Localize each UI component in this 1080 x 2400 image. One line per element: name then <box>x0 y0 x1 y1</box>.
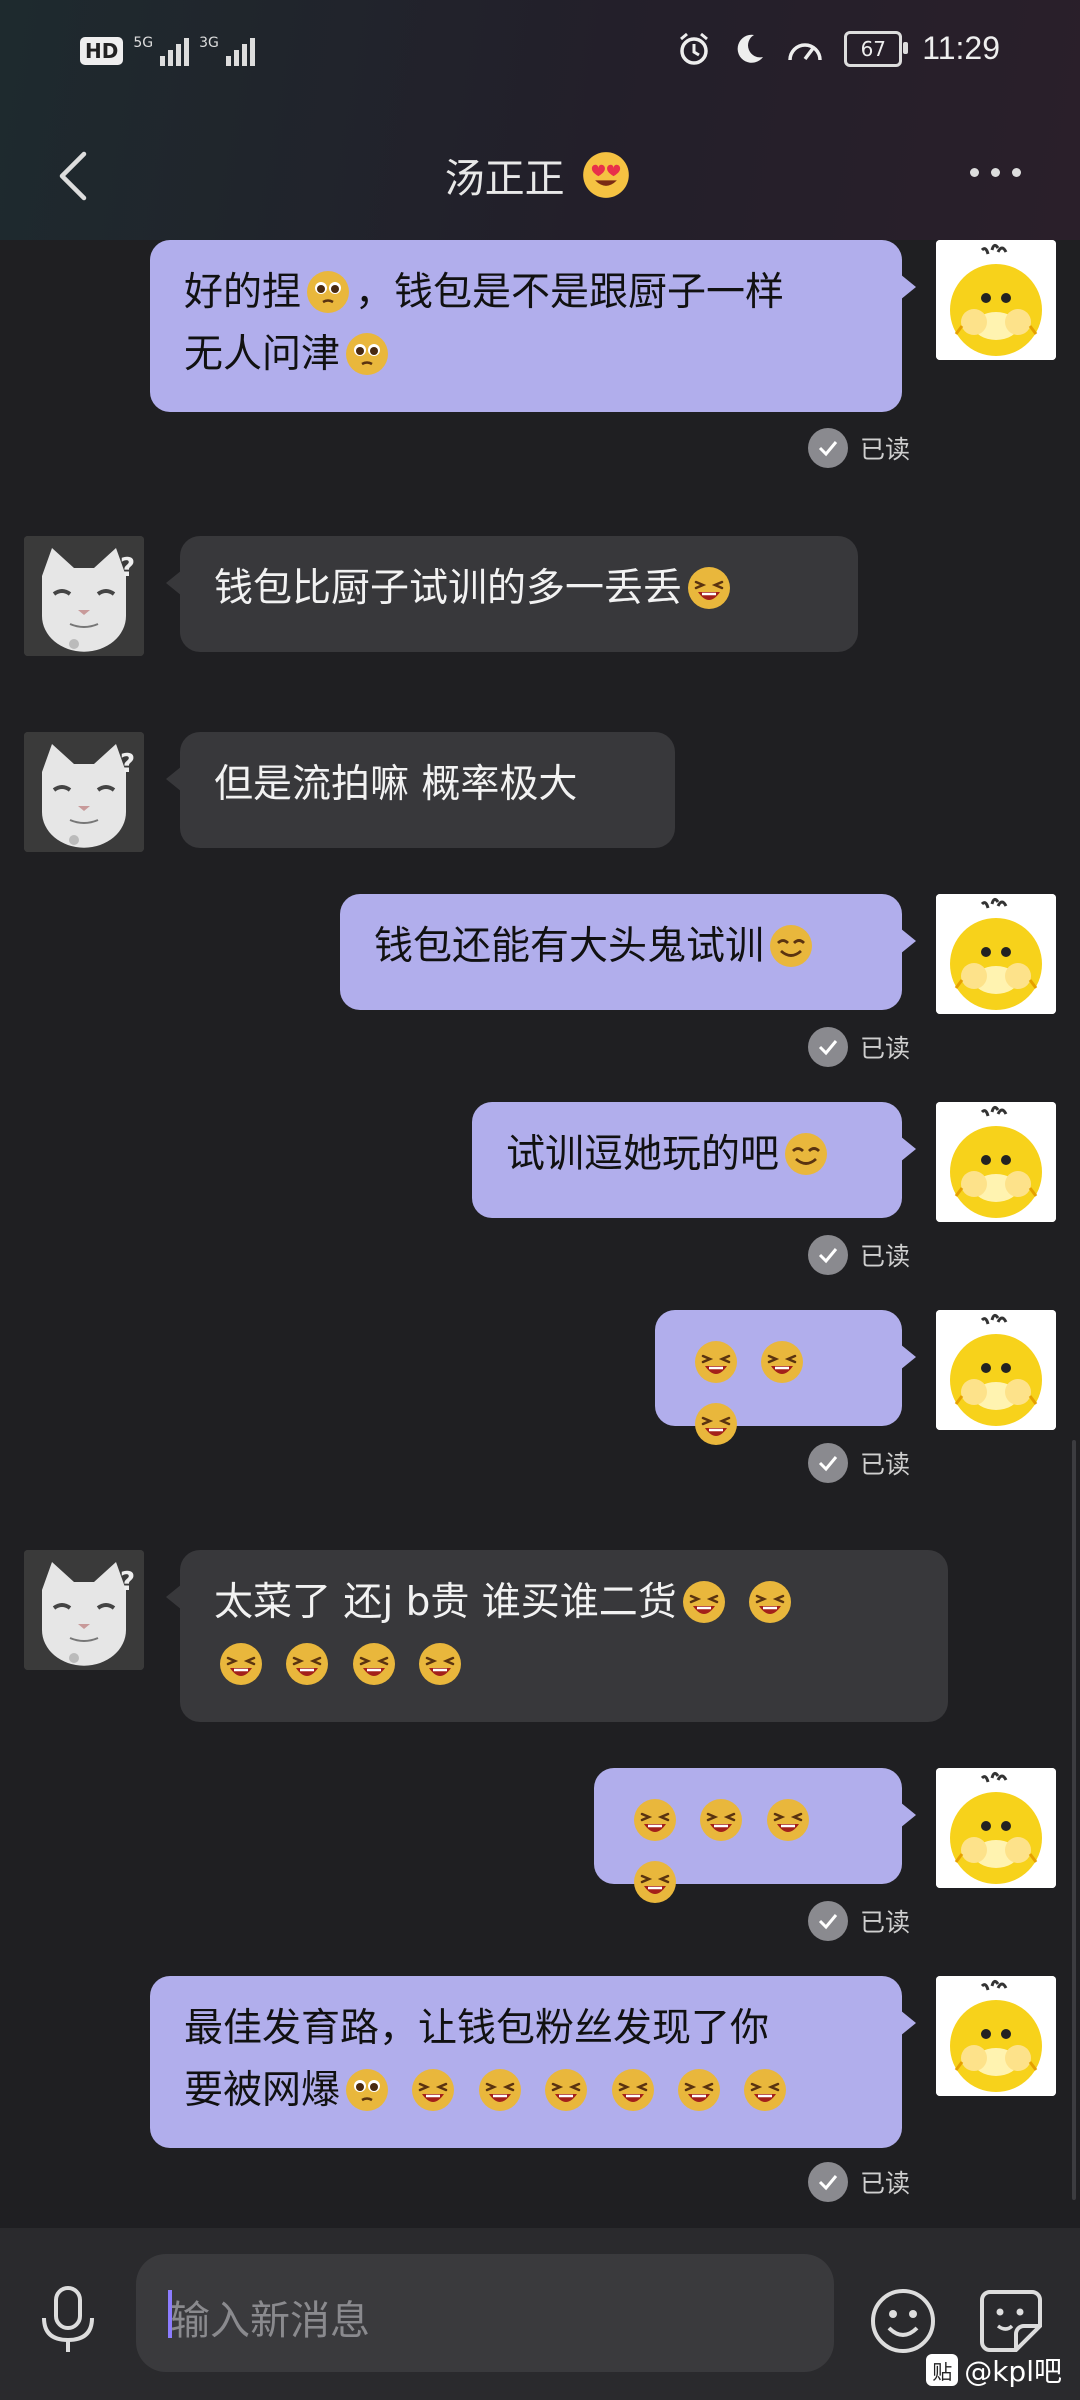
read-check-icon <box>807 1235 848 1275</box>
read-label: 已读 <box>859 2169 910 2198</box>
message-line: 但是流拍嘛 概率极大 <box>214 762 578 807</box>
message-line <box>689 1332 868 1456</box>
my-message-bubble[interactable]: 好的捏 ，钱包是不是跟厨子一样无人问津 <box>150 240 916 412</box>
message-input[interactable]: 输入新消息 <box>136 2254 834 2372</box>
read-receipt: 已读 <box>807 1235 910 1275</box>
message-line: 钱包比厨子试训的多一丢丢 <box>214 558 824 620</box>
my-avatar[interactable] <box>936 1976 1056 2096</box>
message-line: 最佳发育路，让钱包粉丝发现了你 <box>184 2006 770 2051</box>
laugh-emoji-icon <box>749 1581 792 1623</box>
laugh-emoji-icon <box>611 2069 654 2111</box>
heart-eyes-emoji-icon <box>583 152 630 198</box>
smirk-emoji-icon <box>770 925 813 967</box>
message-line: 试训逗她玩的吧 <box>506 1124 868 1186</box>
read-check-icon <box>807 1443 848 1483</box>
signal-1-icon: 5G <box>133 36 190 66</box>
message-line <box>214 1634 914 1696</box>
watermark-text: @kpl吧 <box>964 2355 1062 2388</box>
laugh-emoji-icon <box>220 1643 262 1685</box>
read-check-icon <box>807 1027 848 1067</box>
contact-avatar[interactable]: ? <box>24 1550 144 1670</box>
laugh-emoji-icon <box>478 2069 521 2111</box>
watermark-badge: 贴 <box>926 2354 959 2386</box>
shy-emoji-icon <box>346 333 389 375</box>
signal-2-icon: 3G <box>199 36 255 66</box>
message-line <box>628 1790 868 1914</box>
read-label: 已读 <box>859 1908 910 1937</box>
their-message-bubble[interactable]: 但是流拍嘛 概率极大 <box>166 732 675 848</box>
laugh-emoji-icon <box>545 2069 588 2111</box>
my-avatar[interactable] <box>936 894 1056 1014</box>
my-message-bubble[interactable]: 最佳发育路，让钱包粉丝发现了你要被网爆 <box>150 1976 916 2148</box>
my-message-bubble[interactable]: 试训逗她玩的吧 <box>472 1102 916 1218</box>
my-avatar[interactable] <box>936 240 1056 360</box>
sticker-icon[interactable] <box>976 2286 1046 2356</box>
mic-icon[interactable] <box>36 2284 100 2356</box>
status-bar: HD 5G 3G 67 11:29 <box>0 0 1080 110</box>
input-bar: 输入新消息 <box>0 2228 1080 2400</box>
read-label: 已读 <box>859 435 910 464</box>
smirk-emoji-icon <box>785 1133 828 1175</box>
laugh-emoji-icon <box>695 1341 737 1383</box>
smile-icon[interactable] <box>868 2286 938 2356</box>
their-message-bubble[interactable]: 钱包比厨子试训的多一丢丢 <box>166 536 858 652</box>
hd-badge: HD <box>80 37 124 65</box>
svg-text:?: ? <box>120 553 135 583</box>
battery-icon: 67 <box>844 30 909 67</box>
more-icon[interactable] <box>960 152 1030 192</box>
read-label: 已读 <box>859 1450 910 1479</box>
message-line: 太菜了 还j b贵 谁买谁二货 <box>214 1572 914 1634</box>
watermark: 贴 @kpl吧 <box>926 2350 1062 2390</box>
laugh-emoji-icon <box>634 1799 676 1841</box>
message-line: 好的捏 ，钱包是不是跟厨子一样 <box>184 270 785 315</box>
laugh-emoji-icon <box>286 1643 329 1685</box>
read-receipt: 已读 <box>807 1027 910 1067</box>
my-message-bubble[interactable] <box>655 1310 916 1445</box>
message-line: 要被网爆 <box>184 2060 868 2122</box>
read-check-icon <box>807 1901 848 1941</box>
laugh-emoji-icon <box>695 1403 737 1445</box>
read-receipt: 已读 <box>807 1901 910 1941</box>
my-avatar[interactable] <box>936 1310 1056 1430</box>
laugh-emoji-icon <box>419 1643 462 1685</box>
page-title: 汤正正 <box>0 146 1080 204</box>
laugh-emoji-icon <box>634 1861 676 1903</box>
chat-header: 汤正正 <box>0 110 1080 240</box>
laugh-emoji-icon <box>761 1341 804 1383</box>
read-receipt: 已读 <box>807 1443 910 1483</box>
laugh-emoji-icon <box>766 1799 809 1841</box>
clock: 11:29 <box>922 30 1000 66</box>
scrollbar[interactable] <box>1072 1440 1076 2200</box>
moon-icon <box>737 34 764 63</box>
read-check-icon <box>807 428 848 468</box>
laugh-emoji-icon <box>678 2069 721 2111</box>
their-message-bubble[interactable]: 太菜了 还j b贵 谁买谁二货 <box>166 1550 948 1722</box>
speed-icon <box>788 42 823 60</box>
read-label: 已读 <box>859 1034 910 1063</box>
read-receipt: 已读 <box>807 428 910 468</box>
contact-avatar[interactable]: ? <box>24 732 144 852</box>
input-placeholder: 输入新消息 <box>170 2298 370 2344</box>
shy-emoji-icon <box>307 271 350 313</box>
svg-text:?: ? <box>120 1567 135 1597</box>
laugh-emoji-icon <box>744 2069 787 2111</box>
laugh-emoji-icon <box>682 1581 725 1623</box>
laugh-emoji-icon <box>700 1799 743 1841</box>
shy-emoji-icon <box>346 2069 389 2111</box>
read-label: 已读 <box>859 1242 910 1271</box>
my-message-bubble[interactable] <box>594 1768 916 1903</box>
svg-text:?: ? <box>120 749 135 779</box>
laugh-emoji-icon <box>688 567 731 609</box>
contact-avatar[interactable]: ? <box>24 536 144 656</box>
read-receipt: 已读 <box>807 2162 910 2202</box>
alarm-icon <box>680 32 709 65</box>
laugh-emoji-icon <box>352 1643 395 1685</box>
read-check-icon <box>807 2162 848 2202</box>
my-avatar[interactable] <box>936 1768 1056 1888</box>
my-avatar[interactable] <box>936 1102 1056 1222</box>
message-line: 无人问津 <box>184 324 868 386</box>
laugh-emoji-icon <box>412 2069 455 2111</box>
message-line: 钱包还能有大头鬼试训 <box>374 916 868 978</box>
my-message-bubble[interactable]: 钱包还能有大头鬼试训 <box>340 894 916 1010</box>
